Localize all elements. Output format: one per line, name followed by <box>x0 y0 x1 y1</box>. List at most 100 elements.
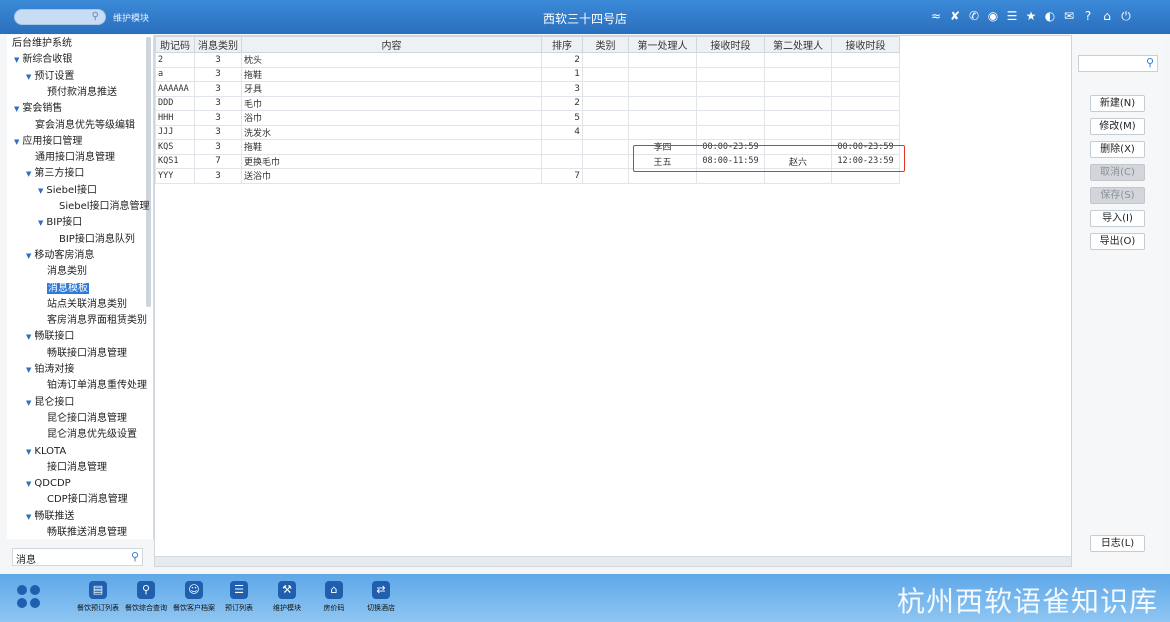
table-cell[interactable]: 拖鞋 <box>241 139 542 155</box>
column-header[interactable]: 排序 <box>541 36 583 53</box>
new-button[interactable]: 新建(N) <box>1090 95 1145 112</box>
tree-search-value[interactable]: 消息 <box>16 551 36 566</box>
table-cell[interactable] <box>582 168 629 184</box>
table-row[interactable]: DDD 3 毛巾 2 <box>155 95 900 111</box>
column-header[interactable]: 第二处理人 <box>764 36 832 53</box>
table-cell[interactable] <box>541 153 583 169</box>
table-cell[interactable] <box>831 110 900 126</box>
table-cell[interactable] <box>582 81 629 97</box>
table-cell[interactable]: 牙具 <box>241 81 542 97</box>
column-header[interactable]: 内容 <box>241 36 542 53</box>
tree-item[interactable]: 畅联接口消息管理 <box>38 347 127 361</box>
column-header[interactable]: 消息类别 <box>194 36 242 53</box>
expand-arrow-icon[interactable]: ▼ <box>26 399 31 407</box>
table-cell[interactable] <box>696 124 765 140</box>
expand-arrow-icon[interactable]: ▼ <box>26 170 31 178</box>
table-cell[interactable]: 3 <box>194 139 242 155</box>
tree-item[interactable]: ▼ 昆仑接口 <box>26 396 74 410</box>
table-cell[interactable]: 更换毛巾 <box>241 153 542 169</box>
table-row[interactable]: HHH 3 浴巾 5 <box>155 110 900 126</box>
tree-item[interactable]: 通用接口消息管理 <box>26 151 115 165</box>
tree-item[interactable]: 铂涛订单消息重传处理 <box>38 379 147 393</box>
table-cell[interactable]: 2 <box>155 52 195 68</box>
table-cell[interactable]: 3 <box>194 52 242 68</box>
table-cell[interactable] <box>764 52 832 68</box>
table-cell[interactable]: 1 <box>541 66 583 82</box>
table-cell[interactable]: 3 <box>541 81 583 97</box>
table-cell[interactable] <box>582 52 629 68</box>
tree-item[interactable]: 昆仑消息优先级设置 <box>38 428 137 442</box>
table-cell[interactable]: AAAAAA <box>155 81 195 97</box>
expand-arrow-icon[interactable]: ▼ <box>26 333 31 341</box>
log-button[interactable]: 日志(L) <box>1090 535 1145 552</box>
table-row[interactable]: AAAAAA 3 牙具 3 <box>155 81 900 97</box>
expand-arrow-icon[interactable]: ▼ <box>26 366 31 374</box>
table-cell[interactable]: 2 <box>541 52 583 68</box>
user-icon[interactable]: ☺ <box>185 581 203 599</box>
cancel-button[interactable]: 取消(C) <box>1090 164 1145 181</box>
expand-arrow-icon[interactable]: ▼ <box>14 138 19 146</box>
table-cell[interactable]: KQS1 <box>155 153 195 169</box>
menu-icon[interactable]: ☰ <box>1006 9 1018 23</box>
wifi-icon[interactable]: ≈ <box>930 9 942 23</box>
table-cell[interactable]: 3 <box>194 66 242 82</box>
table-cell[interactable] <box>628 110 697 126</box>
column-header[interactable]: 类别 <box>582 36 629 53</box>
table-cell[interactable]: 3 <box>194 168 242 184</box>
search-icon[interactable]: ⚲ <box>137 581 155 599</box>
table-cell[interactable] <box>582 95 629 111</box>
tree-item[interactable]: ▼ 应用接口管理 <box>14 135 82 149</box>
tree-item[interactable]: 预付款消息推送 <box>38 86 117 100</box>
tree-item[interactable]: ▼ KLOTA <box>26 445 66 459</box>
column-header[interactable]: 第一处理人 <box>628 36 697 53</box>
table-row[interactable]: 2 3 枕头 2 <box>155 52 900 68</box>
save-button[interactable]: 保存(S) <box>1090 187 1145 204</box>
table-cell[interactable]: 拖鞋 <box>241 66 542 82</box>
table-cell[interactable] <box>831 81 900 97</box>
table-cell[interactable]: DDD <box>155 95 195 111</box>
table-cell[interactable]: 枕头 <box>241 52 542 68</box>
expand-arrow-icon[interactable]: ▼ <box>26 480 31 488</box>
table-cell[interactable]: 7 <box>194 153 242 169</box>
tree-item[interactable]: ▼ 第三方接口 <box>26 167 84 181</box>
expand-arrow-icon[interactable]: ▼ <box>14 105 19 113</box>
tree-item[interactable]: ▼ 移动客房消息 <box>26 249 94 263</box>
table-cell[interactable] <box>628 124 697 140</box>
table-cell[interactable] <box>582 66 629 82</box>
table-cell[interactable] <box>696 95 765 111</box>
table-cell[interactable] <box>582 153 629 169</box>
mail-icon[interactable]: ✉ <box>1063 9 1075 23</box>
search-icon[interactable]: ⚲ <box>131 550 139 563</box>
expand-arrow-icon[interactable]: ▼ <box>26 448 31 456</box>
switch-icon[interactable]: ⇄ <box>372 581 390 599</box>
table-cell[interactable]: a <box>155 66 195 82</box>
tree-item[interactable]: ▼ 新综合收银 <box>14 53 72 67</box>
table-cell[interactable]: 3 <box>194 124 242 140</box>
search-icon[interactable]: ⚲ <box>1146 56 1154 69</box>
sidebar-scrollbar[interactable] <box>146 37 151 307</box>
tree-item[interactable]: ▼ QDCDP <box>26 477 71 491</box>
table-cell[interactable]: 5 <box>541 110 583 126</box>
table-row[interactable]: JJJ 3 洗发水 4 <box>155 124 900 140</box>
expand-arrow-icon[interactable]: ▼ <box>38 187 43 195</box>
table-cell[interactable] <box>764 81 832 97</box>
taskbar-item[interactable]: ⇄ 切换酒店 <box>351 581 411 613</box>
tree-item[interactable]: 站点关联消息类别 <box>38 298 127 312</box>
tree-item[interactable]: Siebel接口消息管理 <box>50 200 150 214</box>
tree-item[interactable]: 昆仑接口消息管理 <box>38 412 127 426</box>
table-cell[interactable]: JJJ <box>155 124 195 140</box>
tree-item[interactable]: 后台维护系统 <box>12 37 72 51</box>
export-button[interactable]: 导出(O) <box>1090 233 1145 250</box>
tree-item[interactable]: 畅联推送消息管理 <box>38 526 127 539</box>
table-cell[interactable] <box>696 66 765 82</box>
table-cell[interactable]: 毛巾 <box>241 95 542 111</box>
table-cell[interactable]: 7 <box>541 168 583 184</box>
help-icon[interactable]: ? <box>1082 9 1094 23</box>
table-cell[interactable]: 2 <box>541 95 583 111</box>
table-cell[interactable] <box>582 139 629 155</box>
tree-item[interactable]: 消息类别 <box>38 265 87 279</box>
table-cell[interactable] <box>831 124 900 140</box>
expand-arrow-icon[interactable]: ▼ <box>38 219 43 227</box>
expand-arrow-icon[interactable]: ▼ <box>26 73 31 81</box>
tree-item[interactable]: 客房消息界面租赁类别 <box>38 314 147 328</box>
